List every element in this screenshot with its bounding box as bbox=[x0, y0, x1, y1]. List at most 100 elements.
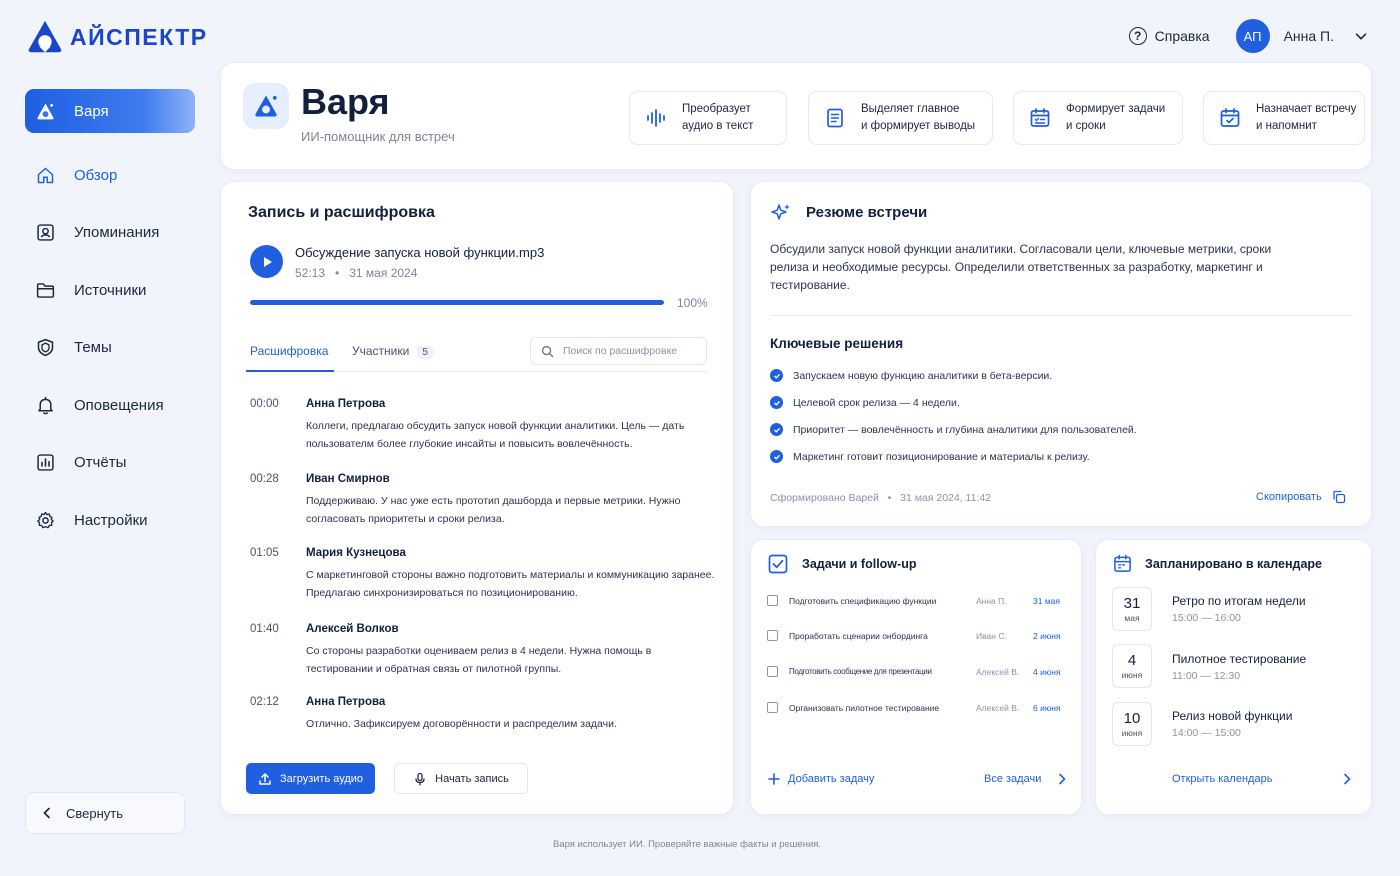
bell-icon bbox=[38, 396, 53, 415]
audio-file-name: Обсуждение запуска новой функции.mp3 bbox=[295, 245, 545, 260]
chart-icon bbox=[37, 454, 54, 472]
entry-time[interactable]: 01:05 bbox=[250, 547, 279, 559]
entry-text: С маркетинговой стороны важно подготовит… bbox=[306, 569, 715, 599]
decision-item: Запускаем новую функцию аналитики в бета… bbox=[770, 369, 1052, 382]
search-input[interactable] bbox=[563, 345, 693, 357]
all-tasks-link[interactable]: Все задачи bbox=[984, 773, 1067, 785]
page-title: Варя bbox=[301, 81, 390, 122]
tasks-title: Задачи и follow-up bbox=[802, 557, 917, 571]
task-row: Организовать пилотное тестирование Алекс… bbox=[767, 701, 1067, 715]
user-name[interactable]: Анна П. bbox=[1284, 28, 1334, 44]
calendar-check-icon bbox=[1220, 108, 1240, 127]
summary-card: Резюме встречи Обсудили запуск новой фун… bbox=[750, 181, 1372, 527]
check-icon bbox=[770, 369, 783, 382]
entry-speaker: Анна Петрова bbox=[306, 696, 386, 708]
sidebar-item-overview[interactable]: Обзор bbox=[25, 153, 195, 197]
entry-text: Со стороны разработки оцениваем релиз в … bbox=[306, 645, 652, 675]
sidebar-item-mentions[interactable]: Упоминания bbox=[25, 211, 195, 255]
task-owner: Алексей В. bbox=[976, 703, 1020, 713]
chevron-down-icon[interactable] bbox=[1352, 27, 1370, 45]
decision-item: Маркетинг готовит позиционирование и мат… bbox=[770, 450, 1090, 463]
document-icon bbox=[827, 108, 843, 128]
feature-text: Преобразует аудио в текст bbox=[682, 103, 754, 132]
play-icon bbox=[263, 256, 272, 267]
task-checkbox[interactable] bbox=[767, 666, 778, 677]
summary-divider bbox=[770, 315, 1353, 316]
tab-transcript[interactable]: Расшифровка bbox=[250, 344, 328, 358]
transcript-title: Запись и расшифровка bbox=[248, 204, 435, 221]
event-date: 10 июня bbox=[1112, 702, 1152, 746]
sidebar-item-varya[interactable]: Варя bbox=[25, 89, 195, 133]
summary-meta: Сформировано Варей • 31 мая 2024, 11:42 bbox=[770, 492, 992, 504]
sidebar-item-label: Источники bbox=[74, 281, 147, 299]
sidebar-item-alerts[interactable]: Оповещения bbox=[25, 383, 195, 427]
playback-progress[interactable] bbox=[250, 300, 664, 305]
help-label: Справка bbox=[1154, 28, 1210, 44]
gear-icon bbox=[37, 511, 54, 529]
entry-text: Отлично. Зафиксируем договорённости и ра… bbox=[306, 718, 617, 730]
progress-fill bbox=[250, 300, 664, 305]
chevron-left-icon bbox=[43, 807, 50, 819]
task-due-date: 4 июня bbox=[1033, 667, 1061, 677]
calendar-title: Запланировано в календаре bbox=[1145, 557, 1322, 571]
topbar-right: ? Справка АП Анна П. bbox=[1128, 18, 1370, 54]
collapse-label: Свернуть bbox=[66, 805, 124, 821]
entry-time[interactable]: 00:28 bbox=[250, 473, 279, 485]
check-icon bbox=[770, 450, 783, 463]
search-icon bbox=[541, 345, 554, 357]
add-task-button[interactable]: Добавить задачу bbox=[768, 773, 874, 785]
upload-icon bbox=[259, 772, 271, 785]
sidebar-item-label: Варя bbox=[74, 102, 109, 120]
chevron-right-icon bbox=[1059, 773, 1066, 785]
tab-participants[interactable]: Участники 5 bbox=[352, 344, 433, 359]
sidebar: Варя Обзор Упоминания Источники Темы Опо… bbox=[25, 89, 195, 556]
brand-name: АЙСПЕКТР bbox=[70, 23, 208, 50]
decision-item: Приоритет — вовлечённость и глубина анал… bbox=[770, 423, 1137, 436]
mention-icon bbox=[37, 224, 54, 241]
active-tab-indicator bbox=[246, 370, 334, 372]
help-button[interactable]: ? Справка bbox=[1128, 27, 1210, 45]
sidebar-item-sources[interactable]: Источники bbox=[25, 268, 195, 312]
entry-speaker: Анна Петрова bbox=[306, 398, 386, 410]
sidebar-item-reports[interactable]: Отчёты bbox=[25, 441, 195, 485]
entry-time[interactable]: 02:12 bbox=[250, 696, 279, 708]
start-recording-button[interactable]: Начать запись bbox=[394, 763, 528, 794]
shield-icon bbox=[37, 339, 54, 357]
entry-text: Коллеги, предлагаю обсудить запуск новой… bbox=[306, 420, 685, 450]
logo-icon bbox=[28, 20, 62, 53]
home-icon bbox=[37, 167, 54, 183]
task-label: Подготовить сообщение для презентации bbox=[789, 667, 932, 676]
transcript-search[interactable] bbox=[530, 337, 707, 365]
collapse-sidebar-button[interactable]: Свернуть bbox=[25, 792, 185, 834]
sidebar-item-topics[interactable]: Темы bbox=[25, 326, 195, 370]
feature-tasks: Формирует задачи и сроки bbox=[1013, 91, 1183, 145]
event-title[interactable]: Пилотное тестирование bbox=[1172, 652, 1306, 666]
task-due-date: 31 мая bbox=[1033, 596, 1060, 606]
page-subtitle: ИИ-помощник для встреч bbox=[301, 129, 455, 144]
upload-audio-button[interactable]: Загрузить аудио bbox=[246, 763, 375, 794]
progress-label: 100% bbox=[677, 296, 708, 310]
entry-time[interactable]: 00:00 bbox=[250, 398, 279, 410]
task-checkbox[interactable] bbox=[767, 595, 778, 606]
event-title[interactable]: Ретро по итогам недели bbox=[1172, 594, 1306, 608]
sidebar-item-settings[interactable]: Настройки bbox=[25, 499, 195, 543]
play-button[interactable] bbox=[250, 245, 283, 278]
feature-text: Выделяет главное и формирует выводы bbox=[861, 103, 976, 132]
task-checkbox[interactable] bbox=[767, 702, 778, 713]
task-owner: Иван С. bbox=[976, 631, 1007, 641]
task-checkbox[interactable] bbox=[767, 630, 778, 641]
brand-logo[interactable]: АЙСПЕКТР bbox=[26, 18, 208, 56]
decision-item: Целевой срок релиза — 4 недели. bbox=[770, 396, 960, 409]
copy-summary-button[interactable]: Скопировать bbox=[1256, 490, 1346, 504]
task-due-date: 6 июня bbox=[1033, 703, 1061, 713]
entry-time[interactable]: 01:40 bbox=[250, 623, 279, 635]
avatar[interactable]: АП bbox=[1235, 19, 1270, 53]
summary-text: Обсудили запуск новой функции аналитики.… bbox=[770, 242, 1272, 292]
event-date: 31 мая bbox=[1112, 587, 1152, 631]
event-time: 11:00 — 12:30 bbox=[1172, 670, 1241, 682]
entry-text: Поддерживаю. У нас уже есть прототип даш… bbox=[306, 495, 681, 525]
chevron-right-icon[interactable] bbox=[1342, 773, 1352, 785]
event-title[interactable]: Релиз новой функции bbox=[1172, 709, 1292, 723]
open-calendar-link[interactable]: Открыть календарь bbox=[1172, 773, 1272, 785]
sparkle-icon bbox=[771, 204, 790, 220]
